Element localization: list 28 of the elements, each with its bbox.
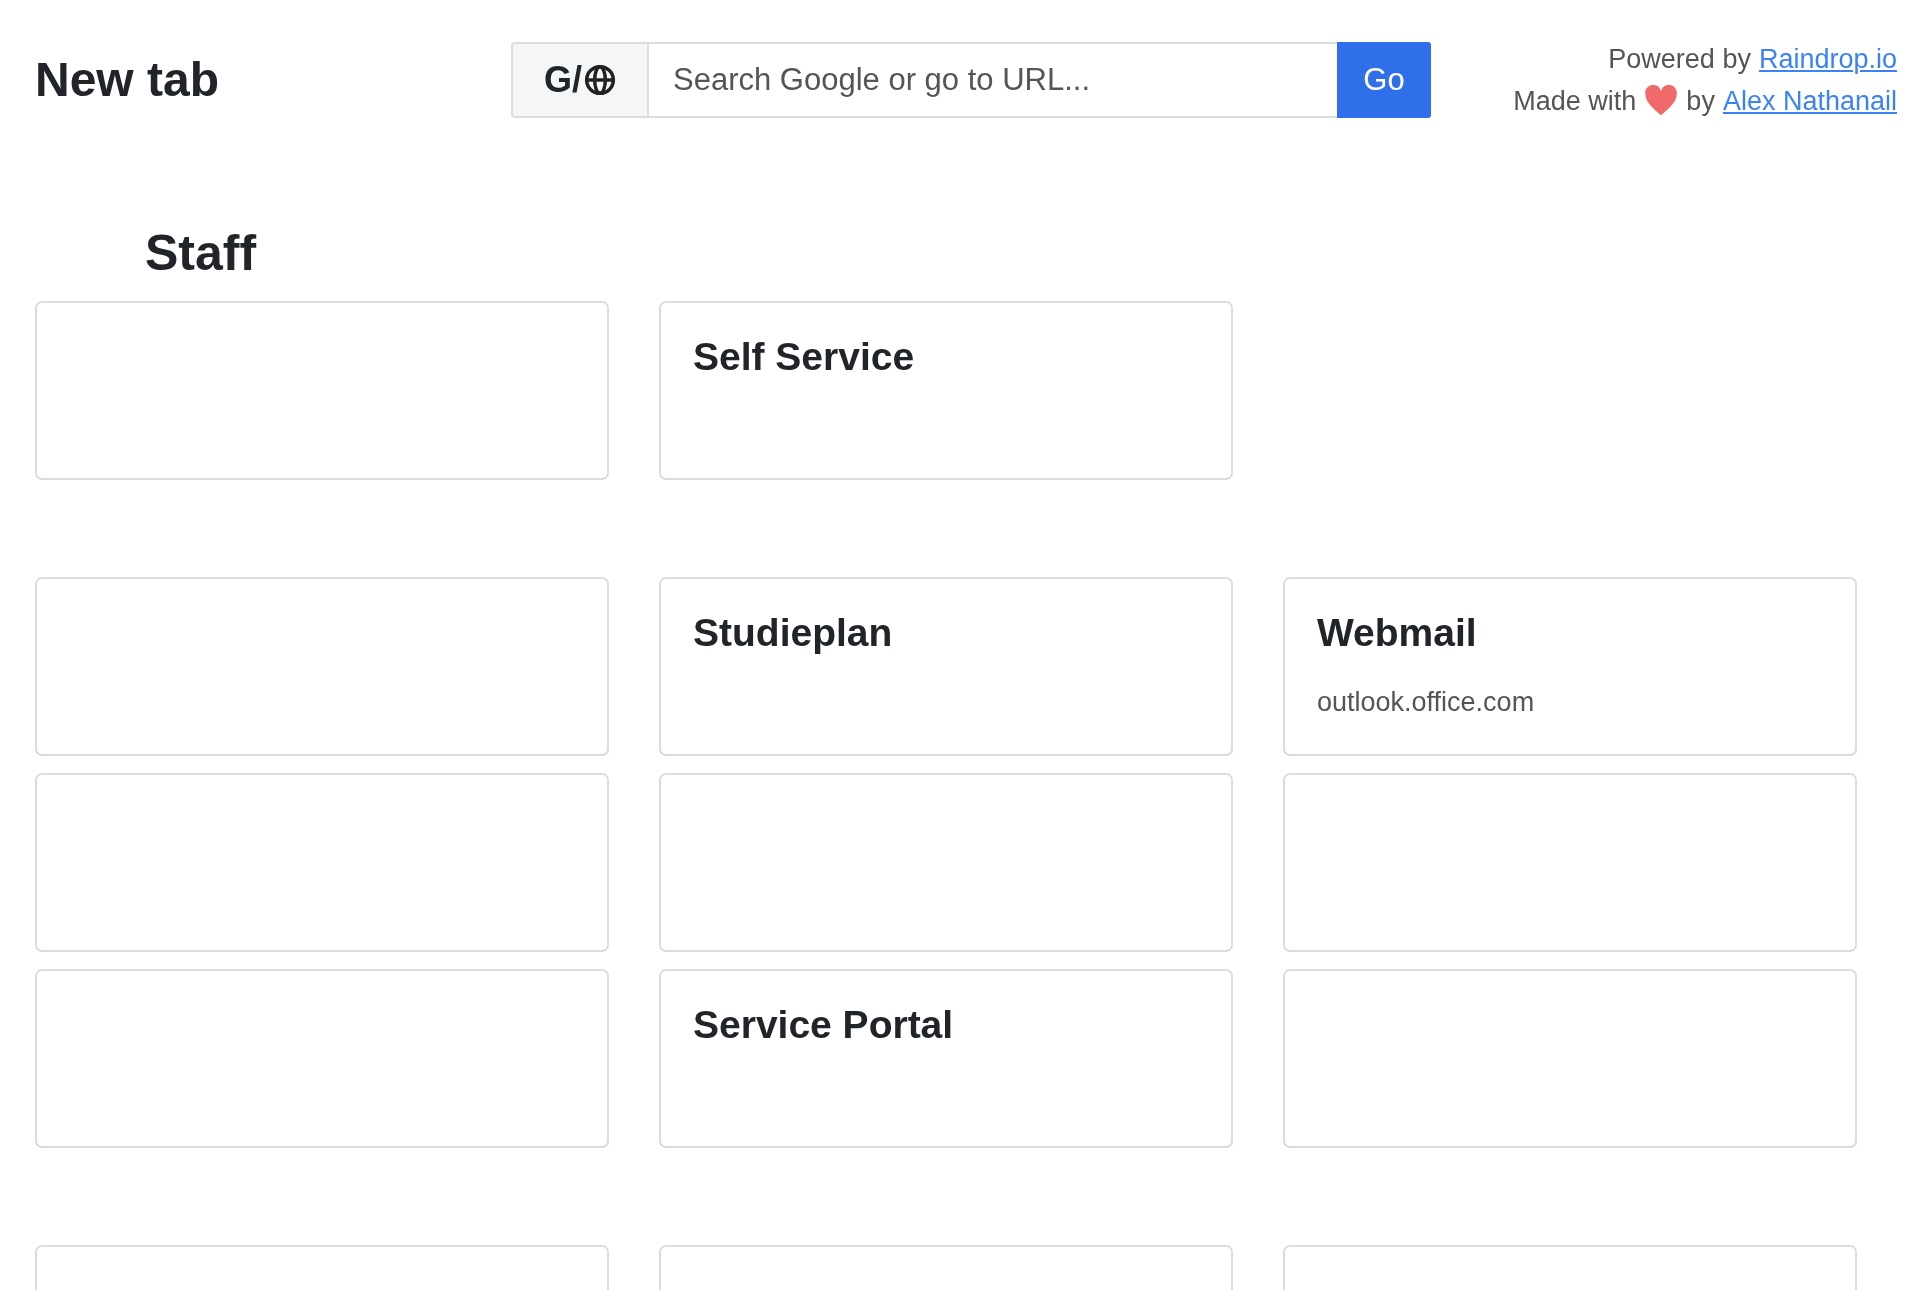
- card-url: outlook.office.com: [1317, 686, 1536, 720]
- bookmark-card[interactable]: Self Service: [659, 300, 1233, 480]
- credit-text: Made with: [1513, 85, 1637, 118]
- search-field[interactable]: Search Google or go to URL...: [649, 42, 1337, 118]
- credit-text: by: [1686, 85, 1715, 118]
- bookmark-card[interactable]: [1283, 772, 1857, 952]
- bookmark-card[interactable]: [1283, 968, 1857, 1148]
- bookmark-card[interactable]: Webmail outlook.office.com: [1283, 576, 1857, 756]
- bookmark-card[interactable]: [35, 576, 609, 756]
- go-button[interactable]: Go: [1337, 42, 1431, 118]
- bookmark-card[interactable]: Service Portal: [659, 968, 1233, 1148]
- bookmark-card[interactable]: [35, 968, 609, 1148]
- card-title: Self Service: [693, 333, 916, 380]
- bookmark-card[interactable]: [35, 772, 609, 952]
- bookmark-card[interactable]: Studieplan: [659, 576, 1233, 756]
- card-title: Service Portal: [693, 1001, 955, 1048]
- globe-icon: [584, 64, 616, 96]
- credit-text: Powered by: [1608, 43, 1751, 76]
- bookmark-card[interactable]: [35, 300, 609, 480]
- search-engine-toggle[interactable]: G/: [511, 42, 649, 118]
- card-title: Studieplan: [693, 609, 894, 656]
- heart-icon: [1644, 85, 1679, 117]
- bookmark-card[interactable]: [659, 772, 1233, 952]
- raindrop-link[interactable]: Raindrop.io: [1758, 38, 1897, 80]
- author-link[interactable]: Alex Nathanail: [1722, 80, 1897, 122]
- section-title: Staff: [145, 224, 258, 283]
- card-title: Webmail: [1317, 609, 1478, 656]
- page-title: New tab: [35, 56, 221, 104]
